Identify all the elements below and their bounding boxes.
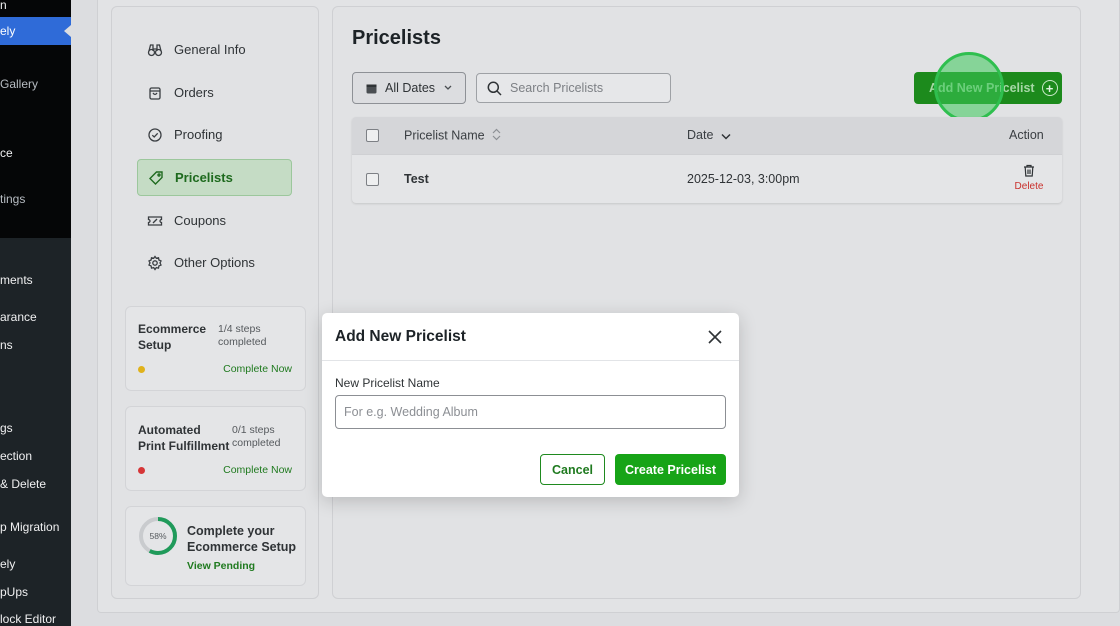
nav-item-general-info[interactable]: General Info bbox=[137, 31, 292, 68]
wp-menu-item[interactable]: lock Editor bbox=[0, 611, 56, 626]
view-pending-link[interactable]: View Pending bbox=[187, 560, 255, 572]
trash-icon bbox=[1023, 164, 1035, 177]
calendar-icon bbox=[366, 83, 377, 94]
modal-title: Add New Pricelist bbox=[335, 328, 466, 345]
status-dot bbox=[138, 366, 145, 373]
row-checkbox[interactable] bbox=[366, 173, 379, 186]
column-header-date[interactable]: Date bbox=[687, 128, 731, 143]
shopping-bag-icon bbox=[147, 85, 163, 101]
card-title: Ecommerce Setup bbox=[138, 322, 207, 352]
cancel-button[interactable]: Cancel bbox=[540, 454, 605, 485]
table-header: Pricelist Name Date Action bbox=[352, 117, 1062, 154]
wp-menu-item[interactable]: & Delete bbox=[0, 476, 46, 492]
add-pricelist-modal: Add New Pricelist New Pricelist Name Can… bbox=[322, 313, 739, 497]
setup-progress-card: 58% Complete your Ecommerce Setup View P… bbox=[125, 506, 306, 586]
nav-item-label: Other Options bbox=[174, 255, 255, 270]
page-title: Pricelists bbox=[352, 27, 441, 49]
nav-item-label: Orders bbox=[174, 85, 214, 100]
check-circle-icon bbox=[147, 127, 163, 143]
pricelist-name-input[interactable] bbox=[335, 395, 726, 429]
tag-icon bbox=[148, 170, 164, 186]
wp-menu-item[interactable]: ection bbox=[0, 448, 32, 464]
wp-menu-item[interactable]: ely bbox=[0, 556, 15, 572]
nav-item-other-options[interactable]: Other Options bbox=[137, 244, 292, 281]
modal-header: Add New Pricelist bbox=[322, 313, 739, 361]
progress-percent: 58% bbox=[149, 531, 167, 541]
progress-title: Complete your Ecommerce Setup bbox=[187, 524, 297, 554]
column-header-action: Action bbox=[1009, 128, 1044, 142]
pricelist-name-label: New Pricelist Name bbox=[335, 376, 440, 390]
nav-item-pricelists[interactable]: Pricelists bbox=[137, 159, 292, 196]
nav-item-label: Coupons bbox=[174, 213, 227, 228]
wp-menu-item-label: ely bbox=[0, 24, 16, 38]
chevron-down-icon bbox=[721, 129, 731, 143]
search-pricelists[interactable] bbox=[476, 73, 671, 103]
nav-item-proofing[interactable]: Proofing bbox=[137, 116, 292, 153]
nav-item-orders[interactable]: Orders bbox=[137, 74, 292, 111]
print-fulfillment-card: Automated Print Fulfillment 0/1 steps co… bbox=[125, 406, 306, 491]
pricelist-date: 2025-12-03, 3:00pm bbox=[687, 172, 800, 186]
card-steps: 0/1 steps completed bbox=[232, 424, 281, 449]
binoculars-icon bbox=[147, 42, 163, 58]
create-pricelist-button[interactable]: Create Pricelist bbox=[615, 454, 726, 485]
wp-menu-item[interactable]: Gallery bbox=[0, 76, 38, 92]
select-all-checkbox[interactable] bbox=[366, 129, 379, 142]
wp-menu-item[interactable]: tings bbox=[0, 191, 25, 207]
active-arrow-icon bbox=[64, 25, 71, 37]
search-input[interactable] bbox=[510, 81, 660, 95]
nav-item-label: Proofing bbox=[174, 127, 223, 142]
wp-menu-item[interactable]: arance bbox=[0, 309, 37, 325]
dates-filter-label: All Dates bbox=[385, 81, 436, 95]
nav-item-coupons[interactable]: Coupons bbox=[137, 202, 292, 239]
ticket-icon bbox=[147, 213, 163, 229]
chevron-down-icon bbox=[444, 85, 452, 91]
nav-item-label: Pricelists bbox=[175, 170, 233, 185]
delete-button[interactable]: Delete bbox=[1012, 164, 1046, 192]
plus-circle-icon: + bbox=[1041, 80, 1058, 96]
complete-now-link[interactable]: Complete Now bbox=[223, 363, 292, 375]
search-icon bbox=[487, 81, 502, 96]
table-row: Test 2025-12-03, 3:00pm Delete bbox=[352, 154, 1062, 203]
wp-menu-item[interactable]: n bbox=[0, 0, 7, 13]
wp-menu-item-active[interactable]: ely bbox=[0, 17, 71, 45]
card-title: Automated Print Fulfillment bbox=[138, 423, 230, 453]
gear-icon bbox=[147, 254, 163, 271]
wp-menu-item[interactable]: p Migration bbox=[0, 519, 59, 535]
wp-menu-item[interactable]: pUps bbox=[0, 584, 28, 600]
wp-menu-item[interactable]: ns bbox=[0, 337, 13, 353]
column-header-label: Pricelist Name bbox=[404, 128, 485, 143]
status-dot bbox=[138, 467, 145, 474]
wp-menu-item[interactable]: gs bbox=[0, 420, 13, 436]
add-button-label: Add New Pricelist bbox=[929, 81, 1035, 95]
settings-nav: General Info Orders Proofing Pricelists … bbox=[125, 20, 306, 295]
delete-label: Delete bbox=[1014, 181, 1044, 192]
card-steps: 1/4 steps completed bbox=[218, 323, 267, 348]
nav-item-label: General Info bbox=[174, 42, 246, 57]
pricelist-name[interactable]: Test bbox=[404, 172, 429, 186]
ecommerce-setup-card: Ecommerce Setup 1/4 steps completed Comp… bbox=[125, 306, 306, 391]
wp-menu-item[interactable]: ments bbox=[0, 272, 33, 288]
complete-now-link[interactable]: Complete Now bbox=[223, 464, 292, 476]
close-icon[interactable] bbox=[707, 329, 723, 345]
column-header-label: Date bbox=[687, 128, 714, 142]
pricelists-table: Pricelist Name Date Action Test 2025-12-… bbox=[352, 117, 1062, 203]
dates-filter-dropdown[interactable]: All Dates bbox=[352, 72, 466, 104]
sort-icon bbox=[492, 128, 501, 144]
column-header-name[interactable]: Pricelist Name bbox=[404, 128, 501, 144]
wp-menu-item[interactable]: ce bbox=[0, 145, 13, 161]
add-new-pricelist-button[interactable]: Add New Pricelist + bbox=[914, 72, 1062, 104]
wp-admin-sidebar: n ely Gallery ce tings ments arance ns g… bbox=[0, 0, 71, 626]
